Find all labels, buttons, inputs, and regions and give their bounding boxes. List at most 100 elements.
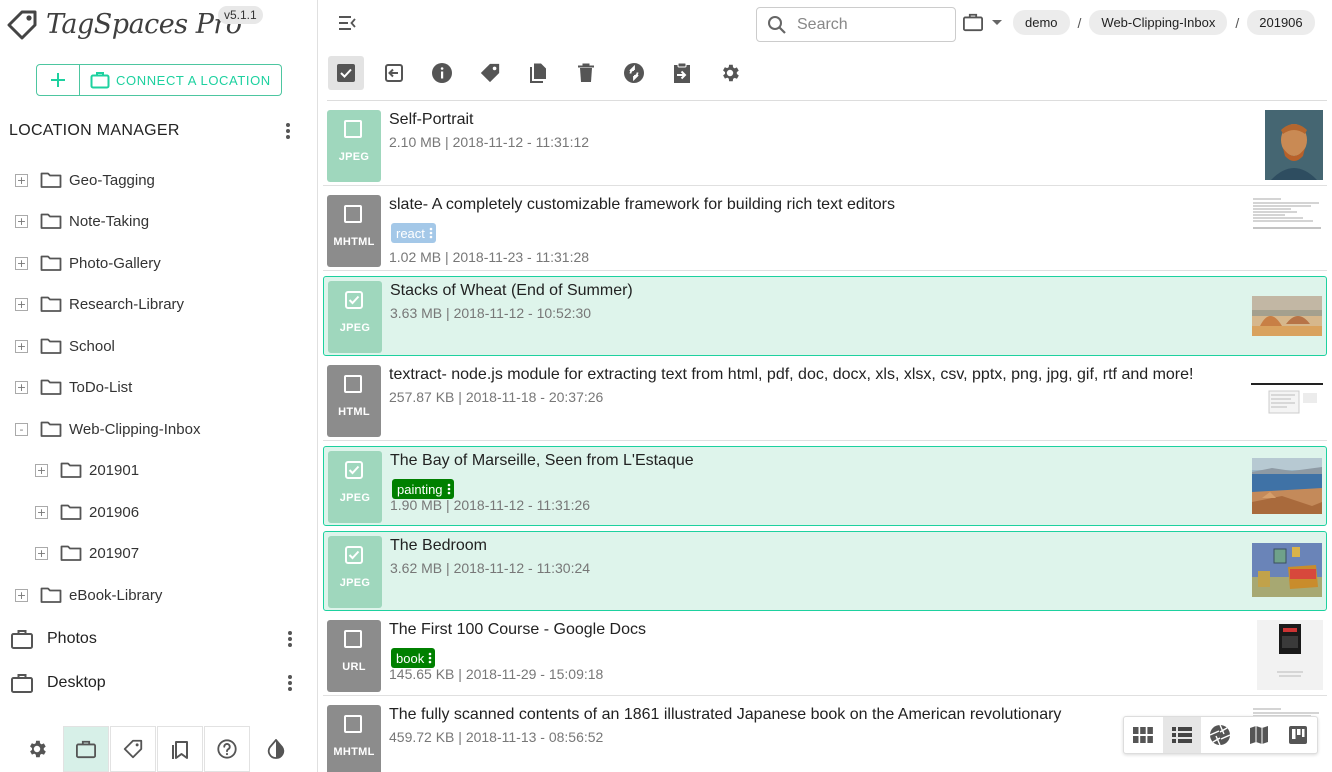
properties-button[interactable]	[424, 56, 460, 90]
more-vert-icon[interactable]	[428, 652, 432, 664]
grid-view-button[interactable]	[1124, 717, 1163, 753]
select-checkbox[interactable]	[344, 120, 362, 138]
location-photos[interactable]: Photos	[10, 619, 300, 659]
folder-icon	[60, 545, 82, 561]
expand-icon[interactable]: +	[15, 297, 28, 311]
checkbox-checked-icon[interactable]	[345, 461, 363, 479]
location-label: Desktop	[47, 674, 106, 691]
tree-item-school[interactable]: + School	[15, 326, 115, 366]
checkbox-checked-icon[interactable]	[345, 546, 363, 564]
list-view-button[interactable]	[1162, 717, 1202, 753]
tree-item-research-library[interactable]: + Research-Library	[15, 284, 184, 324]
file-row[interactable]: JPEG The Bedroom 3.62 MB | 2018-11-12 - …	[323, 531, 1327, 611]
expand-icon[interactable]: +	[35, 505, 48, 519]
file-row[interactable]: MHTML slate- A completely customizable f…	[323, 191, 1327, 271]
briefcase-icon	[11, 674, 33, 693]
file-row[interactable]: HTML textract- node.js module for extrac…	[323, 361, 1327, 441]
more-vert-icon[interactable]	[287, 674, 293, 692]
breadcrumb-separator: /	[1077, 14, 1082, 31]
file-type-badge[interactable]: MHTML	[327, 705, 381, 772]
sync-button[interactable]	[616, 56, 652, 90]
expand-icon[interactable]: +	[15, 256, 28, 270]
select-checkbox[interactable]	[344, 375, 362, 393]
select-checkbox[interactable]	[344, 205, 362, 223]
toggle-sidebar-button[interactable]	[337, 14, 357, 32]
theme-toggle-button[interactable]	[253, 726, 299, 772]
file-row[interactable]: JPEG The Bay of Marseille, Seen from L'E…	[323, 446, 1327, 526]
expand-icon[interactable]: +	[35, 546, 48, 560]
kanban-view-button[interactable]	[1278, 717, 1317, 753]
settings-button[interactable]	[14, 726, 60, 772]
bay-of-marseille-thumbnail-image	[1252, 458, 1322, 514]
file-row[interactable]: JPEG Self-Portrait 2.10 MB | 2018-11-12 …	[323, 106, 1327, 186]
tag-files-button[interactable]	[472, 56, 508, 90]
collapse-icon[interactable]: -	[15, 422, 28, 436]
breadcrumb-201906[interactable]: 201906	[1247, 10, 1315, 35]
select-checkbox[interactable]	[344, 715, 362, 733]
more-vert-icon[interactable]	[287, 630, 293, 648]
gallery-view-button[interactable]	[1201, 717, 1240, 753]
file-type-badge[interactable]: JPEG	[328, 281, 382, 353]
tag-chip[interactable]: painting	[392, 479, 454, 499]
export-button[interactable]	[664, 56, 700, 90]
connect-location-button[interactable]: CONNECT A LOCATION	[80, 64, 282, 96]
map-view-button[interactable]	[1240, 717, 1279, 753]
breadcrumb-separator: /	[1235, 14, 1240, 31]
file-type-badge[interactable]: HTML	[327, 365, 381, 437]
file-title: Self-Portrait	[389, 111, 474, 128]
file-date: 2018-11-12 - 11:31:26	[453, 497, 591, 513]
tree-item-201901[interactable]: + 201901	[35, 450, 139, 490]
bookmarks-tab-button[interactable]	[157, 726, 203, 772]
expand-icon[interactable]: +	[15, 380, 28, 394]
tree-item-201906[interactable]: + 201906	[35, 492, 139, 532]
file-meta: 2.10 MB | 2018-11-12 - 11:31:12	[389, 134, 589, 150]
more-vert-icon[interactable]	[447, 483, 451, 495]
tree-item-web-clipping-inbox[interactable]: - Web-Clipping-Inbox	[15, 409, 200, 449]
file-type-badge[interactable]: URL	[327, 620, 381, 692]
location-desktop[interactable]: Desktop	[10, 663, 300, 703]
file-row[interactable]: URL The First 100 Course - Google Docs b…	[323, 616, 1327, 696]
copy-move-button[interactable]	[520, 56, 556, 90]
tree-item-todo-list[interactable]: + ToDo-List	[15, 367, 132, 407]
file-type-badge[interactable]: MHTML	[327, 195, 381, 267]
select-checkbox[interactable]	[344, 630, 362, 648]
tree-item-photo-gallery[interactable]: + Photo-Gallery	[15, 243, 161, 283]
tag-chip[interactable]: book	[391, 648, 436, 668]
search-input[interactable]	[797, 15, 937, 34]
breadcrumb-web-clipping-inbox[interactable]: Web-Clipping-Inbox	[1089, 10, 1228, 35]
tree-item-geo-tagging[interactable]: + Geo-Tagging	[15, 160, 155, 200]
help-tab-button[interactable]	[204, 726, 250, 772]
location-switcher[interactable]	[962, 12, 1004, 32]
expand-icon[interactable]: +	[15, 214, 28, 228]
expand-icon[interactable]: +	[15, 588, 28, 602]
file-type-badge[interactable]: JPEG	[328, 536, 382, 608]
file-ext-label: URL	[342, 661, 366, 673]
breadcrumb-demo[interactable]: demo	[1013, 10, 1070, 35]
select-all-button[interactable]	[328, 56, 364, 90]
tree-item-ebook-library[interactable]: + eBook-Library	[15, 575, 162, 615]
file-ext-label: JPEG	[339, 322, 371, 334]
checkbox-checked-icon[interactable]	[345, 291, 363, 309]
more-vert-icon[interactable]	[429, 227, 433, 239]
settings-button[interactable]	[712, 56, 748, 90]
tags-tab-button[interactable]	[110, 726, 156, 772]
briefcase-icon	[76, 740, 96, 759]
file-size: 1.90 MB	[390, 497, 443, 513]
tag-chip[interactable]: react	[391, 223, 436, 243]
file-type-badge[interactable]: JPEG	[328, 451, 382, 523]
file-type-badge[interactable]: JPEG	[327, 110, 381, 182]
file-row[interactable]: JPEG Stacks of Wheat (End of Summer) 3.6…	[323, 276, 1327, 356]
location-manager-menu[interactable]	[278, 120, 298, 142]
expand-icon[interactable]: +	[15, 339, 28, 353]
search-box[interactable]	[756, 7, 956, 42]
file-ext-label: HTML	[338, 406, 370, 418]
delete-button[interactable]	[568, 56, 604, 90]
tree-item-201907[interactable]: + 201907	[35, 533, 139, 573]
add-button[interactable]	[36, 64, 80, 96]
expand-icon[interactable]: +	[35, 463, 48, 477]
parent-directory-button[interactable]	[376, 56, 412, 90]
tree-item-note-taking[interactable]: + Note-Taking	[15, 201, 149, 241]
expand-icon[interactable]: +	[15, 173, 28, 187]
sidebar-bottom-bar	[0, 714, 318, 772]
locations-tab-button[interactable]	[63, 726, 109, 772]
